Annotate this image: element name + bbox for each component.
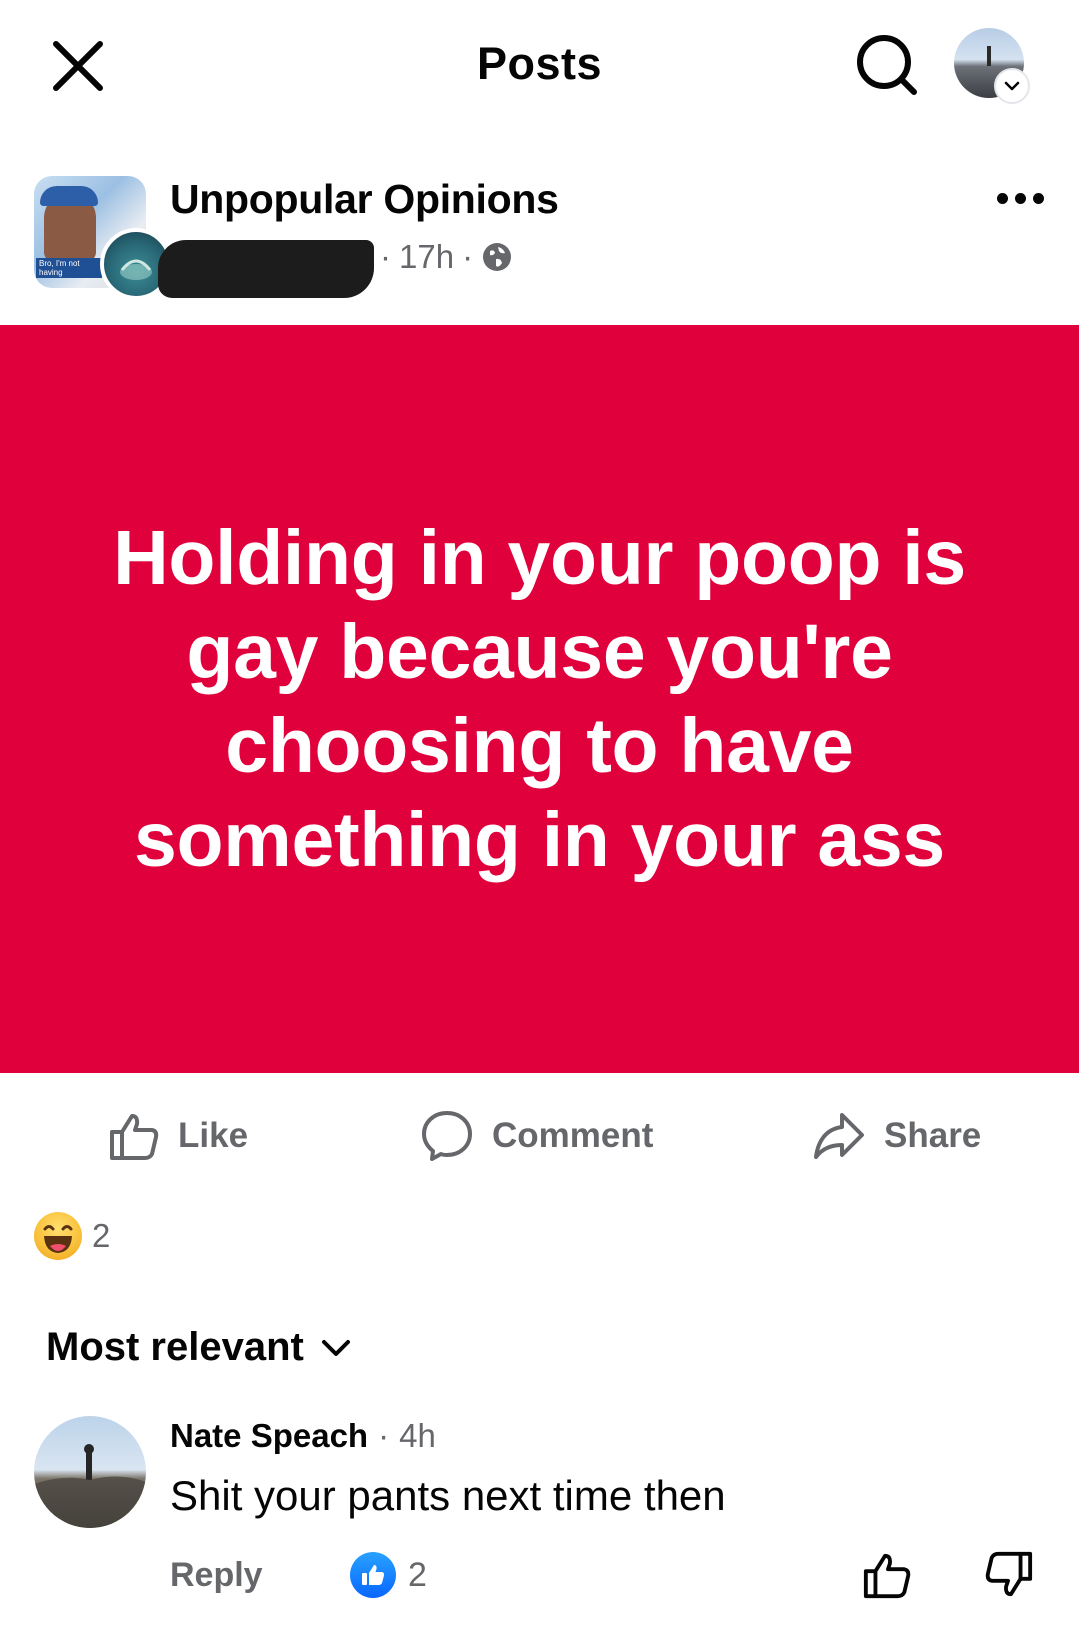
- more-dot: [1014, 192, 1026, 204]
- post-text: Holding in your poop is gay because you'…: [113, 515, 966, 883]
- thumbs-up-icon: [863, 1553, 911, 1599]
- share-button[interactable]: Share: [812, 1108, 981, 1164]
- thumbs-up-icon: [110, 1114, 159, 1160]
- comment-sort-dropdown[interactable]: Most relevant: [46, 1325, 354, 1370]
- meta-separator: ·: [380, 238, 391, 275]
- search-button[interactable]: [852, 30, 922, 100]
- thumbs-down-icon: [985, 1551, 1033, 1597]
- share-icon: [814, 1113, 864, 1159]
- haha-emoji-icon: [34, 1212, 82, 1260]
- comment-like-number: 2: [408, 1555, 427, 1594]
- chevron-down-icon: [994, 68, 1030, 104]
- sort-label: Most relevant: [46, 1325, 304, 1369]
- comment-label: Comment: [492, 1116, 654, 1155]
- group-name[interactable]: Unpopular Opinions: [170, 176, 559, 223]
- share-label: Share: [884, 1116, 982, 1155]
- more-options-button[interactable]: [990, 176, 1050, 220]
- comment-header: Nate Speach · 4h: [170, 1417, 436, 1455]
- post-time[interactable]: 17h: [399, 238, 454, 276]
- commenter-avatar[interactable]: [34, 1416, 146, 1528]
- reply-button[interactable]: Reply: [170, 1556, 263, 1595]
- globe-icon: [483, 243, 512, 271]
- reaction-summary[interactable]: 2: [34, 1212, 110, 1260]
- post-content[interactable]: Holding in your poop is gay because you'…: [0, 325, 1079, 1073]
- comment-like-button[interactable]: [862, 1550, 912, 1600]
- redacted-author-name: [158, 240, 374, 298]
- comment-icon: [422, 1111, 472, 1161]
- post-meta: · 17h ·: [380, 238, 513, 276]
- profile-menu-button[interactable]: [954, 28, 1030, 104]
- comment-button[interactable]: Comment: [420, 1108, 653, 1164]
- comment-time[interactable]: 4h: [399, 1417, 436, 1455]
- search-icon: [857, 35, 917, 95]
- more-dot: [1032, 192, 1044, 204]
- like-button[interactable]: Like: [108, 1108, 248, 1164]
- chevron-down-icon: [321, 1339, 350, 1356]
- comment-text: Shit your pants next time then: [170, 1472, 726, 1519]
- comment-author[interactable]: Nate Speach: [170, 1417, 368, 1455]
- meta-separator: ·: [462, 238, 474, 275]
- comment-dislike-button[interactable]: [984, 1550, 1034, 1600]
- reaction-count: 2: [92, 1217, 111, 1254]
- comment-separator: ·: [378, 1417, 390, 1454]
- like-label: Like: [178, 1116, 249, 1155]
- more-dot: [996, 192, 1008, 204]
- comment-like-count[interactable]: 2: [350, 1552, 427, 1598]
- avatar-caption: Bro, I'm not having: [36, 258, 102, 278]
- like-badge-icon: [350, 1552, 396, 1598]
